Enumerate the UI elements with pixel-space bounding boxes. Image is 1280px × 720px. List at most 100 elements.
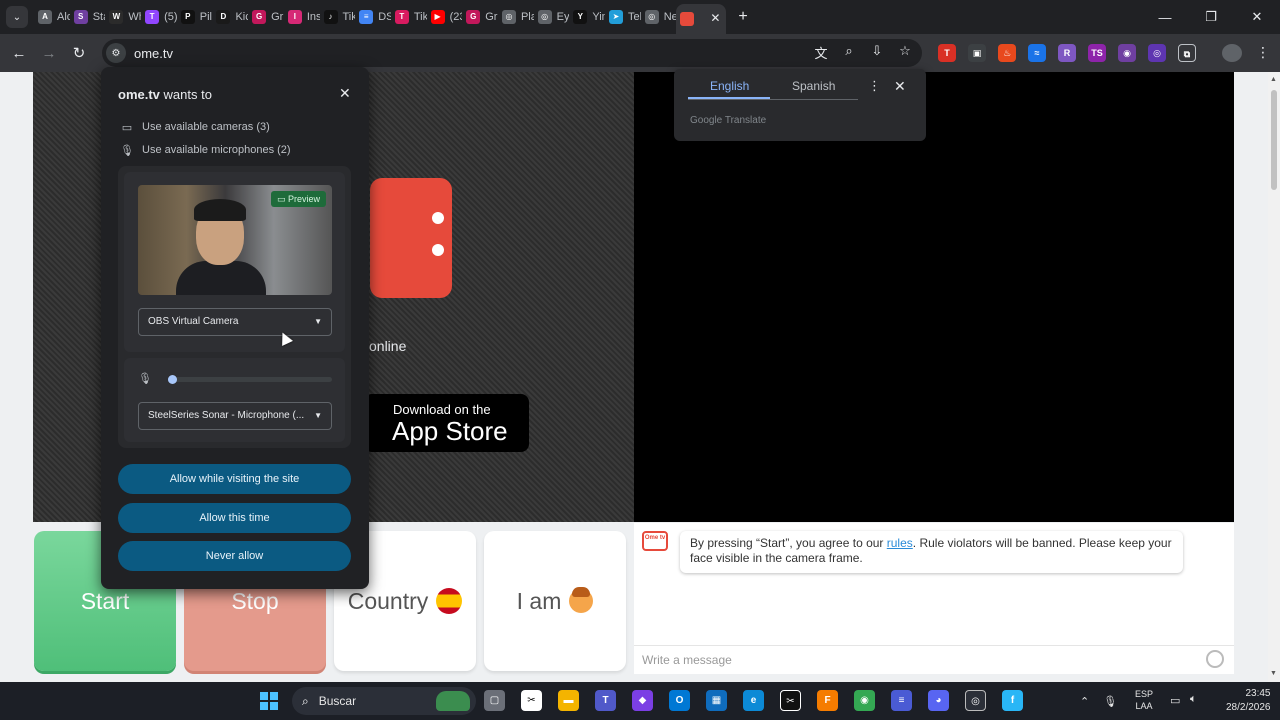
windows-start-icon[interactable]: [260, 692, 278, 710]
browser-tab[interactable]: ◎ Plar: [498, 4, 534, 30]
browser-tab[interactable]: I Inst: [284, 4, 320, 30]
outlook-icon[interactable]: O: [669, 690, 690, 711]
chrome-icon[interactable]: ◉: [854, 690, 875, 711]
allow-site-button[interactable]: Allow while visiting the site: [118, 464, 351, 494]
tab-title: Wh: [128, 11, 141, 23]
reload-button[interactable]: ↻: [64, 44, 94, 62]
microphone-select[interactable]: SteelSeries Sonar - Microphone (... ▼: [138, 402, 332, 430]
discord-icon[interactable]: ◕: [928, 690, 949, 711]
camera-card: ▭ Preview OBS Virtual Camera ▼: [124, 172, 345, 352]
rules-link[interactable]: rules: [887, 536, 913, 550]
emoji-icon[interactable]: [1206, 650, 1224, 668]
taskbar-search[interactable]: ⌕ Buscar: [292, 687, 476, 715]
new-tab-button[interactable]: +: [738, 8, 747, 26]
browser-menu-icon[interactable]: ⋮: [1256, 44, 1270, 61]
bookmark-star-icon[interactable]: ☆: [896, 43, 914, 62]
scrollbar-thumb[interactable]: [1271, 90, 1277, 190]
browser-tab[interactable]: A Alce: [34, 4, 70, 30]
browser-tab[interactable]: ◎ Eye: [534, 4, 569, 30]
close-icon[interactable]: ✕: [339, 85, 351, 102]
tab-list: AAlceSStagWWhT(5) FPPiloDKickGGruIInst♪T…: [34, 0, 727, 34]
obs-icon[interactable]: ◎: [965, 690, 986, 711]
more-options-icon[interactable]: ⋮: [868, 78, 881, 94]
tab-favicon-icon: ➤: [609, 10, 623, 24]
app-panel-icon[interactable]: ≡: [891, 690, 912, 711]
store-icon[interactable]: ▦: [706, 690, 727, 711]
sticky-notes-icon[interactable]: f: [1002, 690, 1023, 711]
extension-chat-icon[interactable]: ◎: [1148, 44, 1166, 62]
browser-tab[interactable]: ▶ (23: [427, 4, 462, 30]
file-explorer-icon[interactable]: ▬: [558, 690, 579, 711]
close-tab-icon[interactable]: ✕: [710, 11, 720, 25]
browser-tab[interactable]: ➤ Tele: [605, 4, 641, 30]
translate-target-tab[interactable]: Spanish: [792, 79, 835, 93]
extension-wave-icon[interactable]: ≈: [1028, 44, 1046, 62]
restore-button[interactable]: ❐: [1188, 0, 1234, 34]
translate-icon[interactable]: 文: [812, 43, 830, 62]
minimize-button[interactable]: —: [1142, 0, 1188, 34]
camera-permission-label: Use available cameras (3): [142, 121, 270, 133]
teams-icon[interactable]: T: [595, 690, 616, 711]
scroll-down-icon[interactable]: ▼: [1270, 670, 1277, 677]
ometv-chat-logo: Ome tv: [642, 531, 668, 551]
network-icon[interactable]: ▭: [1170, 694, 1180, 707]
capcut-icon[interactable]: ✂: [521, 690, 542, 711]
browser-tab[interactable]: G Gru: [462, 4, 498, 30]
profile-avatar[interactable]: [1222, 44, 1242, 62]
tab-search-button[interactable]: ⌄: [6, 6, 28, 28]
forward-button[interactable]: →: [34, 45, 64, 62]
tray-microphone-icon[interactable]: 🎙︎: [1103, 695, 1117, 708]
zoom-icon[interactable]: ⌕: [840, 43, 858, 62]
fl-studio-icon[interactable]: F: [817, 690, 838, 711]
browser-tab[interactable]: G Gru: [248, 4, 284, 30]
never-allow-button[interactable]: Never allow: [118, 541, 351, 571]
extensions-puzzle-icon[interactable]: ⧉: [1178, 44, 1196, 62]
extension-r-icon[interactable]: R: [1058, 44, 1076, 62]
translate-source-tab[interactable]: English: [710, 79, 749, 93]
volume-icon[interactable]: 🔈︎: [1190, 693, 1197, 706]
page-scrollbar[interactable]: ▲ ▼: [1268, 72, 1280, 682]
browser-tab[interactable]: Y Yin: [569, 4, 605, 30]
copilot-icon[interactable]: ◆: [632, 690, 653, 711]
back-button[interactable]: ←: [4, 45, 34, 62]
app-store-badge[interactable]: Download on the App Store: [364, 394, 529, 452]
extension-tp-icon[interactable]: T: [938, 44, 956, 62]
language-indicator[interactable]: ESP LAA: [1135, 688, 1153, 712]
browser-tab[interactable]: W Wh: [105, 4, 141, 30]
scroll-up-icon[interactable]: ▲: [1270, 76, 1277, 83]
tab-divider: [688, 99, 858, 100]
url-text[interactable]: ome.tv: [134, 46, 173, 61]
taskbar-apps: ▢ ✂ ▬ T ◆ O ▦ e ✂ F ◉ ≡ ◕ ◎ f: [484, 690, 1023, 711]
install-app-icon[interactable]: ⇩: [868, 43, 886, 62]
allow-once-button[interactable]: Allow this time: [118, 503, 351, 533]
browser-tab[interactable]: ≡ DSA: [355, 4, 391, 30]
address-bar[interactable]: ⚙ ome.tv 文 ⌕ ⇩ ☆: [102, 39, 922, 67]
tab-title: Plar: [520, 11, 534, 23]
site-info-icon[interactable]: ⚙: [106, 43, 126, 63]
edge-icon[interactable]: e: [743, 690, 764, 711]
browser-tab[interactable]: T (5) F: [141, 4, 177, 30]
extension-ts-icon[interactable]: TS: [1088, 44, 1106, 62]
tab-favicon-icon: P: [180, 10, 195, 24]
extension-bookmark-icon[interactable]: ▣: [968, 44, 986, 62]
extension-fire-icon[interactable]: ♨: [998, 44, 1016, 62]
browser-tab[interactable]: S Stag: [70, 4, 105, 30]
browser-tab[interactable]: T Tik: [391, 4, 427, 30]
close-icon[interactable]: ✕: [894, 78, 906, 95]
gender-button[interactable]: I am: [484, 531, 626, 671]
browser-tab[interactable]: ♪ Tik: [320, 4, 355, 30]
browser-tab[interactable]: ◎ Nev: [641, 4, 676, 30]
task-view-icon[interactable]: ▢: [484, 690, 505, 711]
active-browser-tab[interactable]: ✕: [676, 4, 727, 34]
browser-tab[interactable]: D Kick: [212, 4, 248, 30]
taskbar-clock[interactable]: 23:45 28/2/2026: [1226, 687, 1271, 715]
extension-bubble-icon[interactable]: ◉: [1118, 44, 1136, 62]
browser-tab[interactable]: P Pilo: [177, 4, 212, 30]
close-window-button[interactable]: ✕: [1234, 0, 1280, 34]
chat-message-input[interactable]: Write a message: [634, 645, 1234, 673]
capcut-app-icon[interactable]: ✂: [780, 690, 801, 711]
tray-overflow-icon[interactable]: ⌃: [1080, 695, 1089, 708]
dialog-site: ome.tv: [118, 87, 160, 102]
tab-title: Kick: [235, 11, 249, 23]
camera-select[interactable]: OBS Virtual Camera ▼: [138, 308, 332, 336]
